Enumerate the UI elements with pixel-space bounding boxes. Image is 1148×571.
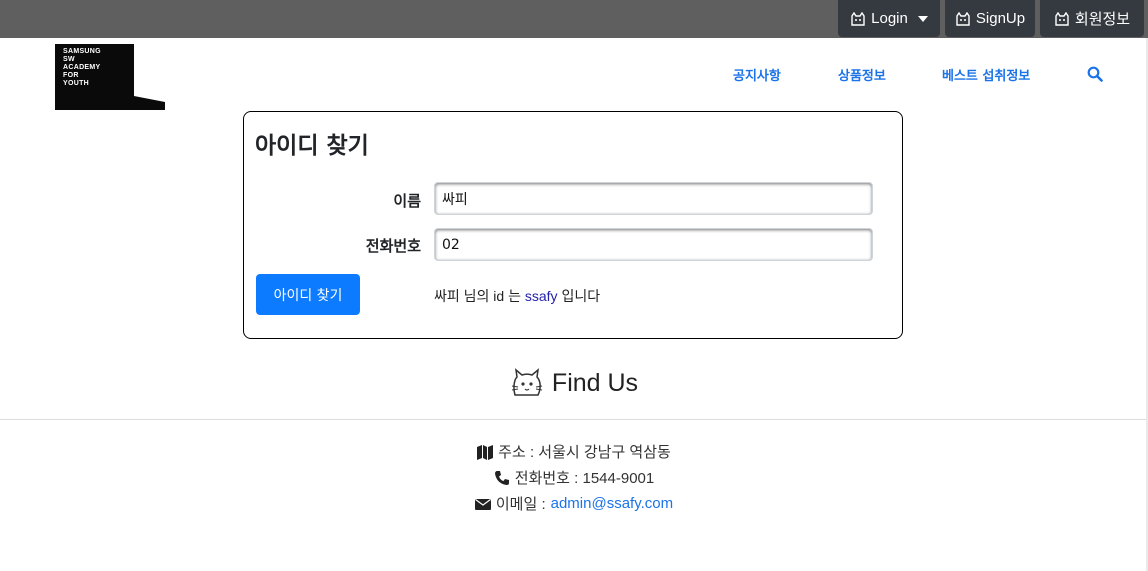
cat-icon: [956, 11, 970, 26]
result-suffix: 입니다: [561, 288, 601, 304]
phone-label: 전화번호: [365, 237, 421, 255]
cat-icon: [851, 11, 865, 26]
signup-button[interactable]: SignUp: [945, 0, 1035, 37]
top-bar: Login SignUp 회원정보: [0, 0, 1148, 38]
logo-line: ACADEMY: [63, 64, 101, 71]
find-id-card: 아이디 찾기 이름 싸피 전화번호 02 아이디 찾기 싸피 님의 id 는 s…: [243, 111, 903, 339]
footer-phone: 전화번호 : 1544-9001: [0, 467, 1148, 488]
card-title: 아이디 찾기: [255, 133, 369, 159]
find-id-button[interactable]: 아이디 찾기: [256, 274, 360, 315]
footer-divider: [0, 419, 1148, 420]
nav-best-intake[interactable]: 베스트 섭취정보: [942, 65, 1030, 84]
address-text: 주소 : 서울시 강남구 역삼동: [498, 444, 671, 461]
envelope-icon: [474, 498, 491, 510]
find-us-heading: Find Us: [0, 368, 1148, 398]
samsung-sw-academy-logo[interactable]: SAMSUNG SW ACADEMY FOR YOUTH: [55, 44, 165, 110]
email-link[interactable]: admin@ssafy.com: [551, 495, 673, 512]
cat-icon: [1055, 11, 1069, 26]
search-icon[interactable]: [1087, 66, 1103, 82]
logo-line: FOR: [63, 72, 79, 79]
name-label: 이름: [393, 192, 421, 210]
footer-email: 이메일 : admin@ssafy.com: [0, 493, 1148, 514]
phone-icon: [494, 470, 509, 485]
logo-text: SAMSUNG SW ACADEMY FOR YOUTH: [63, 48, 101, 88]
find-us-title: Find Us: [551, 368, 639, 397]
logo-line: SAMSUNG: [63, 48, 101, 55]
phone-text: 전화번호 : 1544-9001: [514, 470, 655, 487]
phone-input[interactable]: 02: [434, 228, 873, 261]
login-label: Login: [871, 10, 908, 27]
login-dropdown-button[interactable]: Login: [838, 0, 940, 37]
result-text: 싸피 님의 id 는 ssafy 입니다: [434, 286, 600, 306]
logo-line: YOUTH: [63, 80, 89, 87]
result-prefix: 싸피 님의 id 는: [434, 288, 521, 304]
name-input[interactable]: 싸피: [434, 182, 873, 215]
member-info-button[interactable]: 회원정보: [1040, 0, 1144, 37]
map-icon: [477, 444, 494, 460]
nav-notice[interactable]: 공지사항: [733, 65, 781, 84]
email-label: 이메일 :: [495, 496, 546, 513]
result-id: ssafy: [524, 288, 558, 304]
nav-products[interactable]: 상품정보: [838, 65, 886, 84]
cat-icon: [511, 368, 543, 396]
signup-label: SignUp: [975, 10, 1026, 27]
logo-line: SW: [63, 56, 75, 63]
member-info-label: 회원정보: [1074, 11, 1131, 28]
footer-address: 주소 : 서울시 강남구 역삼동: [0, 441, 1148, 462]
caret-down-icon: [917, 15, 928, 22]
